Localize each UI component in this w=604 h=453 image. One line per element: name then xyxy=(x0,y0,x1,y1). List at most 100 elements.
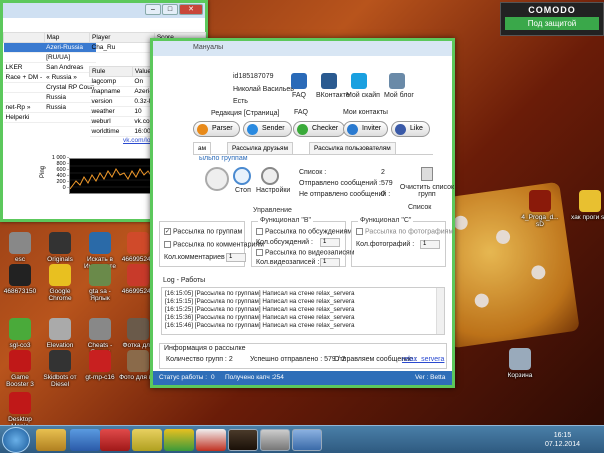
server-cell xyxy=(3,92,45,103)
desktop-icon[interactable]: gt-mp-c16 xyxy=(80,350,120,381)
server-row[interactable]: Race + DM - « Russia » xyxy=(3,72,97,83)
module-label: Sender xyxy=(262,125,285,132)
desktop-icon[interactable]: Originals xyxy=(40,232,80,263)
close-button[interactable]: ✕ xyxy=(179,4,203,15)
desktop-icon-image xyxy=(529,190,551,212)
module-button[interactable]: Parser xyxy=(193,121,240,137)
server-row[interactable]: Helperki xyxy=(3,112,97,123)
contact-icon[interactable] xyxy=(321,73,337,89)
desktop-icon[interactable]: хак проги sD xyxy=(570,190,604,221)
comments-count-spinner[interactable]: 1 xyxy=(226,253,246,262)
server-cell: Race + DM - xyxy=(3,72,45,83)
module-icon xyxy=(297,124,308,135)
server-list-table[interactable]: Map Azeri-Russia [RU/UA] LKER San Andreas Ra… xyxy=(3,32,97,123)
server-row[interactable]: Azeri-Russia xyxy=(3,42,97,53)
by-videos-checkbox[interactable]: Рассылка по видеозаписям xyxy=(256,249,354,256)
tab[interactable]: Рассылка друзьям xyxy=(227,142,294,154)
start-button[interactable] xyxy=(2,427,30,453)
system-clock[interactable]: 16:15 07.12.2014 xyxy=(545,431,580,449)
comodo-widget[interactable]: COMODO Под защитой xyxy=(500,2,604,36)
module-button[interactable]: Like xyxy=(391,121,430,137)
module-button[interactable]: Inviter xyxy=(343,121,389,137)
desktop-icon-label: Elevation xyxy=(46,342,74,349)
desktop-icon-label: Originals xyxy=(47,256,73,263)
stop-button[interactable]: Стоп xyxy=(235,187,251,194)
app3-taskbar-icon[interactable] xyxy=(260,429,290,451)
settings-button[interactable]: Настройки xyxy=(256,187,290,194)
subtab-groups[interactable]: ыльпо группам xyxy=(199,155,248,162)
desktop-icon[interactable]: Skidbots от Diesel xyxy=(40,350,80,388)
stop-icon[interactable] xyxy=(233,167,251,185)
contact-icon[interactable] xyxy=(291,73,307,89)
clear-list-button[interactable]: Очистить список групп xyxy=(398,184,456,198)
tab[interactable]: ам xyxy=(193,142,212,154)
disc-count-spinner[interactable]: 1 xyxy=(320,238,340,247)
photo-count-spinner[interactable]: 1 xyxy=(420,240,440,249)
desktop-icon[interactable]: Google Chrome xyxy=(40,264,80,302)
desktop-icon[interactable]: Game Booster 3 xyxy=(0,350,40,388)
desktop-icon[interactable]: esc xyxy=(0,232,40,263)
gear-icon[interactable] xyxy=(261,167,279,185)
play-icon[interactable] xyxy=(205,167,229,191)
minimize-button[interactable]: – xyxy=(145,4,161,15)
opera-taskbar-icon[interactable] xyxy=(100,429,130,451)
desktop-icon[interactable]: Elevation xyxy=(40,318,80,349)
desktop-icon-label: esc xyxy=(14,256,26,263)
desktop-icon-image xyxy=(127,232,149,254)
info-sending-target[interactable]: relax_servera xyxy=(402,356,444,363)
profile-page: Редакция [Страница] xyxy=(211,110,280,117)
log-line: [16:15:05] [Рассылка по группам] Написал… xyxy=(165,290,355,297)
desktop-icon[interactable]: Корзина xyxy=(500,348,540,379)
desktop-icon-label: 468673150 xyxy=(3,288,37,295)
profile-name: Николай Васильев xyxy=(233,86,294,93)
desktop-icon-image xyxy=(127,264,149,286)
desktop-icon[interactable]: gta sa - Ярлык xyxy=(80,264,120,302)
explorer-taskbar-icon[interactable] xyxy=(36,429,66,451)
server-row[interactable]: Crystal RP Coun xyxy=(3,82,97,93)
media-taskbar-icon[interactable] xyxy=(70,429,100,451)
contact-label[interactable]: FAQ xyxy=(292,92,306,99)
tab[interactable]: Рассылка пользователям xyxy=(309,142,396,154)
module-button[interactable]: Checker xyxy=(293,121,346,137)
server-row[interactable]: net-Rp » Russia xyxy=(3,102,97,113)
desktop-icon-label: 4_Proga_d... sD xyxy=(521,214,559,228)
maximize-button[interactable]: □ xyxy=(162,4,178,15)
desktop-icon-image xyxy=(9,392,31,414)
clock-time: 16:15 xyxy=(553,432,572,439)
contact-icon[interactable] xyxy=(389,73,405,89)
log-box[interactable]: [16:15:05] [Рассылка по группам] Написал… xyxy=(161,287,445,335)
desktop-icon[interactable]: sgl-co3 xyxy=(0,318,40,349)
by-discussions-checkbox[interactable]: Рассылка по обсуждениям xyxy=(256,228,352,235)
rule-cell: mapname xyxy=(89,86,133,97)
contact-icon[interactable] xyxy=(351,73,367,89)
desktop-icon-label: gta sa - Ярлык xyxy=(89,288,111,302)
app2-taskbar-icon[interactable] xyxy=(196,429,226,451)
server-browser-titlebar: – □ ✕ xyxy=(3,3,205,18)
log-scrollbar[interactable] xyxy=(436,288,444,334)
desktop-icon-image xyxy=(49,318,71,340)
desktop-icon[interactable]: 4_Proga_d... sD xyxy=(520,190,560,228)
app-taskbar-icon[interactable] xyxy=(132,429,162,451)
log-line: [16:15:15] [Рассылка по группам] Написал… xyxy=(165,298,355,305)
module-button[interactable]: Sender xyxy=(243,121,292,137)
by-comments-checkbox[interactable]: Рассылка по комментариям xyxy=(164,241,264,248)
vk-bot-window[interactable]: Мануалы id185187079 Николай Васильев Ест… xyxy=(150,38,455,388)
chrome-taskbar-icon[interactable] xyxy=(164,429,194,451)
desktop-icon[interactable]: 468673150 xyxy=(0,264,40,295)
contact-label[interactable]: ВКонтакте xyxy=(316,92,350,99)
video-count-spinner[interactable]: 1 xyxy=(320,258,340,267)
func-b-title: Функционал "В" xyxy=(258,217,313,224)
game-taskbar-icon[interactable] xyxy=(228,429,258,451)
status-captcha-value: 254 xyxy=(273,374,284,381)
desktop-icon-image xyxy=(49,350,71,372)
trash-icon[interactable] xyxy=(421,167,433,181)
contact-label[interactable]: Мой скайп xyxy=(346,92,380,99)
bot-taskbar-icon[interactable] xyxy=(292,429,322,451)
by-groups-checkbox[interactable]: ✓ Рассылка по группам xyxy=(164,228,242,235)
contact-label[interactable]: Мой блог xyxy=(384,92,414,99)
log-line: [16:15:46] [Рассылка по группам] Написал… xyxy=(165,322,355,329)
by-photos-checkbox[interactable]: Рассылка по фотографиям xyxy=(356,228,453,235)
server-row[interactable]: Russia xyxy=(3,92,97,103)
server-row[interactable]: LKER San Andreas xyxy=(3,62,97,73)
server-row[interactable]: [RU/UA] xyxy=(3,52,97,63)
